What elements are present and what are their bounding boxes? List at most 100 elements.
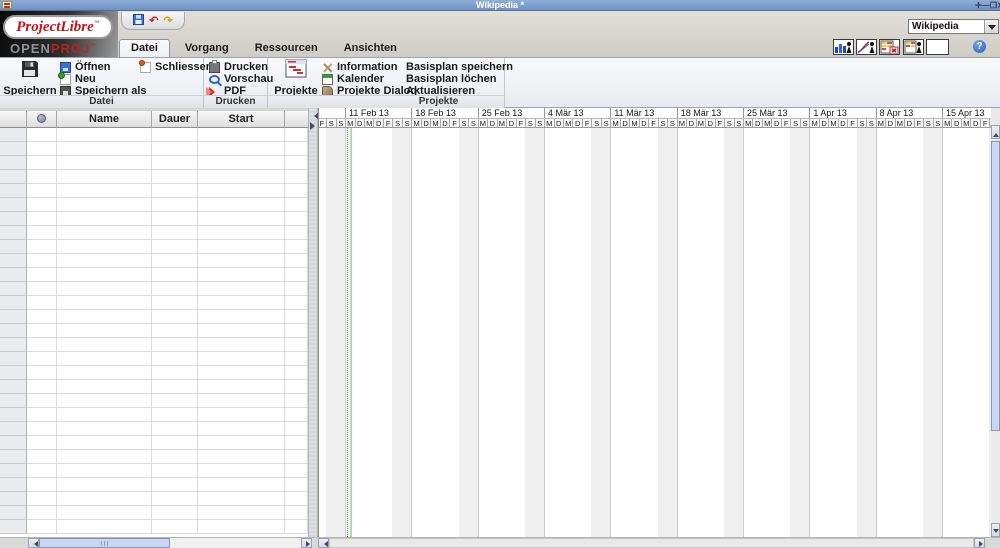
table-cell[interactable] <box>285 408 308 422</box>
gantt-scroll-thumb[interactable] <box>329 538 974 548</box>
table-cell[interactable] <box>57 198 152 212</box>
table-cell[interactable] <box>57 156 152 170</box>
table-cell[interactable] <box>152 380 198 394</box>
window-close-button[interactable]: ✕ <box>996 1 1000 10</box>
table-cell[interactable] <box>285 142 308 156</box>
row-header-cell[interactable] <box>0 464 27 478</box>
table-cell[interactable] <box>152 128 198 142</box>
table-cell[interactable] <box>198 324 285 338</box>
table-row[interactable] <box>0 142 308 156</box>
table-cell[interactable] <box>57 408 152 422</box>
table-cell[interactable] <box>57 366 152 380</box>
table-cell[interactable] <box>152 520 198 534</box>
task-table-body[interactable] <box>0 128 308 537</box>
table-cell[interactable] <box>285 422 308 436</box>
row-header-cell[interactable] <box>0 338 27 352</box>
table-cell[interactable] <box>27 198 57 212</box>
help-button[interactable]: ? <box>973 40 986 53</box>
table-row[interactable] <box>0 282 308 296</box>
table-cell[interactable] <box>27 380 57 394</box>
table-scroll-right-button[interactable] <box>301 538 312 548</box>
table-cell[interactable] <box>285 128 308 142</box>
table-cell[interactable] <box>57 184 152 198</box>
table-cell[interactable] <box>285 282 308 296</box>
gantt-chart-body[interactable] <box>319 128 991 537</box>
table-cell[interactable] <box>198 338 285 352</box>
table-cell[interactable] <box>152 338 198 352</box>
table-cell[interactable] <box>285 212 308 226</box>
table-cell[interactable] <box>285 240 308 254</box>
table-cell[interactable] <box>57 226 152 240</box>
table-cell[interactable] <box>152 464 198 478</box>
table-row[interactable] <box>0 240 308 254</box>
table-row[interactable] <box>0 394 308 408</box>
table-cell[interactable] <box>198 436 285 450</box>
vertical-scroll-thumb[interactable] <box>991 141 1000 431</box>
table-cell[interactable] <box>152 212 198 226</box>
table-cell[interactable] <box>198 450 285 464</box>
row-header-cell[interactable] <box>0 436 27 450</box>
table-cell[interactable] <box>198 310 285 324</box>
table-row[interactable] <box>0 380 308 394</box>
print-button[interactable]: Drucken <box>209 61 268 73</box>
table-cell[interactable] <box>198 226 285 240</box>
table-row[interactable] <box>0 254 308 268</box>
table-cell[interactable] <box>285 324 308 338</box>
table-cell[interactable] <box>27 240 57 254</box>
table-cell[interactable] <box>152 478 198 492</box>
row-header-cell[interactable] <box>0 170 27 184</box>
table-cell[interactable] <box>152 170 198 184</box>
row-header-cell[interactable] <box>0 394 27 408</box>
table-cell[interactable] <box>198 520 285 534</box>
tab-vorgang[interactable]: Vorgang <box>174 40 240 57</box>
table-cell[interactable] <box>152 324 198 338</box>
row-header-cell[interactable] <box>0 128 27 142</box>
table-cell[interactable] <box>152 296 198 310</box>
table-cell[interactable] <box>27 478 57 492</box>
table-cell[interactable] <box>198 366 285 380</box>
table-cell[interactable] <box>27 352 57 366</box>
resource-usage-view-button[interactable] <box>903 39 924 55</box>
table-cell[interactable] <box>57 170 152 184</box>
row-header-cell[interactable] <box>0 184 27 198</box>
row-header-cell[interactable] <box>0 450 27 464</box>
gantt-vertical-scrollbar[interactable] <box>990 125 1000 537</box>
table-cell[interactable] <box>57 142 152 156</box>
table-cell[interactable] <box>27 366 57 380</box>
row-header-cell[interactable] <box>0 142 27 156</box>
table-row[interactable] <box>0 352 308 366</box>
table-cell[interactable] <box>27 422 57 436</box>
table-cell[interactable] <box>57 352 152 366</box>
table-cell[interactable] <box>27 282 57 296</box>
table-cell[interactable] <box>285 450 308 464</box>
table-horizontal-scrollbar[interactable] <box>28 538 312 548</box>
table-cell[interactable] <box>285 352 308 366</box>
baseline-delete-button[interactable]: Basisplan löchen <box>406 73 496 85</box>
table-row[interactable] <box>0 422 308 436</box>
row-header-cell[interactable] <box>0 226 27 240</box>
quick-save-icon[interactable] <box>133 14 144 28</box>
row-header-cell[interactable] <box>0 506 27 520</box>
close-button[interactable]: Schliessen <box>140 61 212 73</box>
table-cell[interactable] <box>152 268 198 282</box>
table-row[interactable] <box>0 268 308 282</box>
table-cell[interactable] <box>57 212 152 226</box>
table-cell[interactable] <box>285 198 308 212</box>
table-row[interactable] <box>0 184 308 198</box>
table-row[interactable] <box>0 492 308 506</box>
table-row[interactable] <box>0 478 308 492</box>
table-cell[interactable] <box>198 394 285 408</box>
table-cell[interactable] <box>27 268 57 282</box>
table-header-duration[interactable]: Dauer <box>152 111 198 128</box>
table-cell[interactable] <box>152 422 198 436</box>
calendar-button[interactable]: Kalender <box>322 73 384 85</box>
table-cell[interactable] <box>152 184 198 198</box>
table-cell[interactable] <box>27 506 57 520</box>
redo-icon[interactable]: ↷ <box>164 15 173 27</box>
table-cell[interactable] <box>285 380 308 394</box>
table-cell[interactable] <box>198 142 285 156</box>
table-cell[interactable] <box>57 268 152 282</box>
scroll-down-button[interactable] <box>991 523 1000 537</box>
table-row[interactable] <box>0 296 308 310</box>
combo-dropdown-button[interactable] <box>984 20 998 33</box>
